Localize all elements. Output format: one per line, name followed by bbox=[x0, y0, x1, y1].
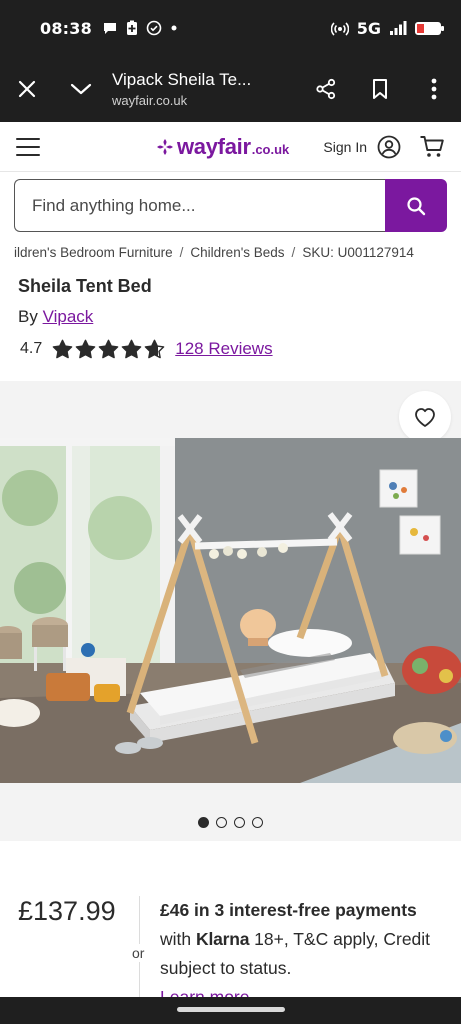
battery-saver-icon bbox=[126, 20, 138, 36]
close-icon bbox=[18, 80, 36, 98]
search-input[interactable] bbox=[14, 179, 385, 232]
breadcrumb-separator: / bbox=[291, 245, 296, 260]
logo-tld: .co.uk bbox=[251, 141, 290, 157]
gallery-dot[interactable] bbox=[252, 817, 263, 828]
home-gesture-handle[interactable] bbox=[176, 1007, 285, 1012]
product-image[interactable] bbox=[0, 438, 461, 783]
close-tab-button[interactable] bbox=[0, 56, 54, 122]
account-icon[interactable] bbox=[377, 135, 401, 159]
installment-with: with bbox=[160, 929, 192, 949]
gallery-pagination bbox=[0, 817, 461, 828]
gesture-navigation-bar bbox=[0, 997, 461, 1024]
battery-icon bbox=[415, 21, 444, 35]
more-options-button[interactable] bbox=[407, 56, 461, 122]
brand-link[interactable]: Vipack bbox=[43, 307, 94, 326]
product-title: Sheila Tent Bed bbox=[18, 276, 152, 296]
page-title: Vipack Sheila Te... bbox=[112, 70, 252, 89]
browser-toolbar: Vipack Sheila Te... wayfair.co.uk bbox=[0, 56, 461, 122]
favorite-button[interactable] bbox=[399, 391, 451, 443]
share-icon bbox=[316, 78, 336, 100]
hotspot-icon bbox=[330, 19, 349, 37]
cart-icon[interactable] bbox=[419, 135, 445, 159]
logo-mark-icon bbox=[157, 138, 173, 155]
logo-wordmark: wayfair bbox=[177, 133, 251, 159]
bookmark-button[interactable] bbox=[353, 56, 407, 122]
installment-amount: £46 in 3 interest-free bbox=[160, 900, 331, 920]
breadcrumb: ildren's Bedroom Furniture / Children's Be… bbox=[14, 245, 414, 260]
minimize-button[interactable] bbox=[54, 56, 108, 122]
product-price: £137.99 bbox=[18, 896, 116, 926]
notification-dot-icon bbox=[170, 24, 178, 32]
reviews-link[interactable]: 128 Reviews bbox=[175, 339, 272, 359]
klarna-logo: Klarna bbox=[196, 929, 250, 949]
star-half-icon bbox=[144, 339, 165, 359]
or-label: or bbox=[132, 944, 145, 962]
search-icon bbox=[407, 196, 426, 215]
product-byline: By Vipack bbox=[18, 307, 93, 327]
chat-notification-icon bbox=[102, 20, 118, 36]
check-circle-icon bbox=[146, 20, 162, 36]
menu-icon[interactable] bbox=[16, 137, 40, 156]
signal-icon bbox=[389, 20, 407, 36]
breadcrumb-separator: / bbox=[179, 245, 184, 260]
share-button[interactable] bbox=[299, 56, 353, 122]
more-vertical-icon bbox=[431, 78, 437, 100]
sign-in-link[interactable]: Sign In bbox=[323, 139, 367, 155]
rating-row: 4.7 128 Reviews bbox=[20, 338, 273, 360]
network-type: 5G bbox=[356, 18, 381, 38]
heart-icon bbox=[415, 408, 435, 427]
star-full-icon bbox=[121, 339, 142, 359]
chevron-down-icon bbox=[70, 83, 92, 95]
product-gallery[interactable] bbox=[0, 381, 461, 841]
wayfair-logo[interactable]: wayfair .co.uk bbox=[156, 134, 289, 160]
by-label: By bbox=[18, 307, 38, 326]
breadcrumb-item[interactable]: ildren's Bedroom Furniture bbox=[14, 245, 173, 260]
breadcrumb-item[interactable]: Children's Beds bbox=[190, 245, 284, 260]
star-full-icon bbox=[98, 339, 119, 359]
sku-label: SKU: U001127914 bbox=[302, 245, 414, 260]
star-rating bbox=[52, 339, 165, 359]
status-bar: 08:38 5G bbox=[0, 0, 461, 56]
klarna-payment-info: £46 in 3 interest-free payments with Kla… bbox=[160, 896, 450, 1012]
status-time: 08:38 bbox=[40, 18, 92, 38]
gallery-dot[interactable] bbox=[198, 817, 209, 828]
installment-payments: payments bbox=[335, 900, 417, 920]
gallery-dot[interactable] bbox=[234, 817, 245, 828]
search-bar bbox=[14, 179, 447, 232]
rating-value: 4.7 bbox=[20, 340, 43, 357]
page-url: wayfair.co.uk bbox=[112, 93, 188, 108]
search-button[interactable] bbox=[385, 179, 447, 232]
bookmark-icon bbox=[373, 79, 387, 99]
star-full-icon bbox=[75, 339, 96, 359]
page-info[interactable]: Vipack Sheila Te... wayfair.co.uk bbox=[108, 70, 299, 108]
star-full-icon bbox=[52, 339, 73, 359]
site-header: wayfair .co.uk Sign In bbox=[0, 122, 461, 172]
gallery-dot[interactable] bbox=[216, 817, 227, 828]
